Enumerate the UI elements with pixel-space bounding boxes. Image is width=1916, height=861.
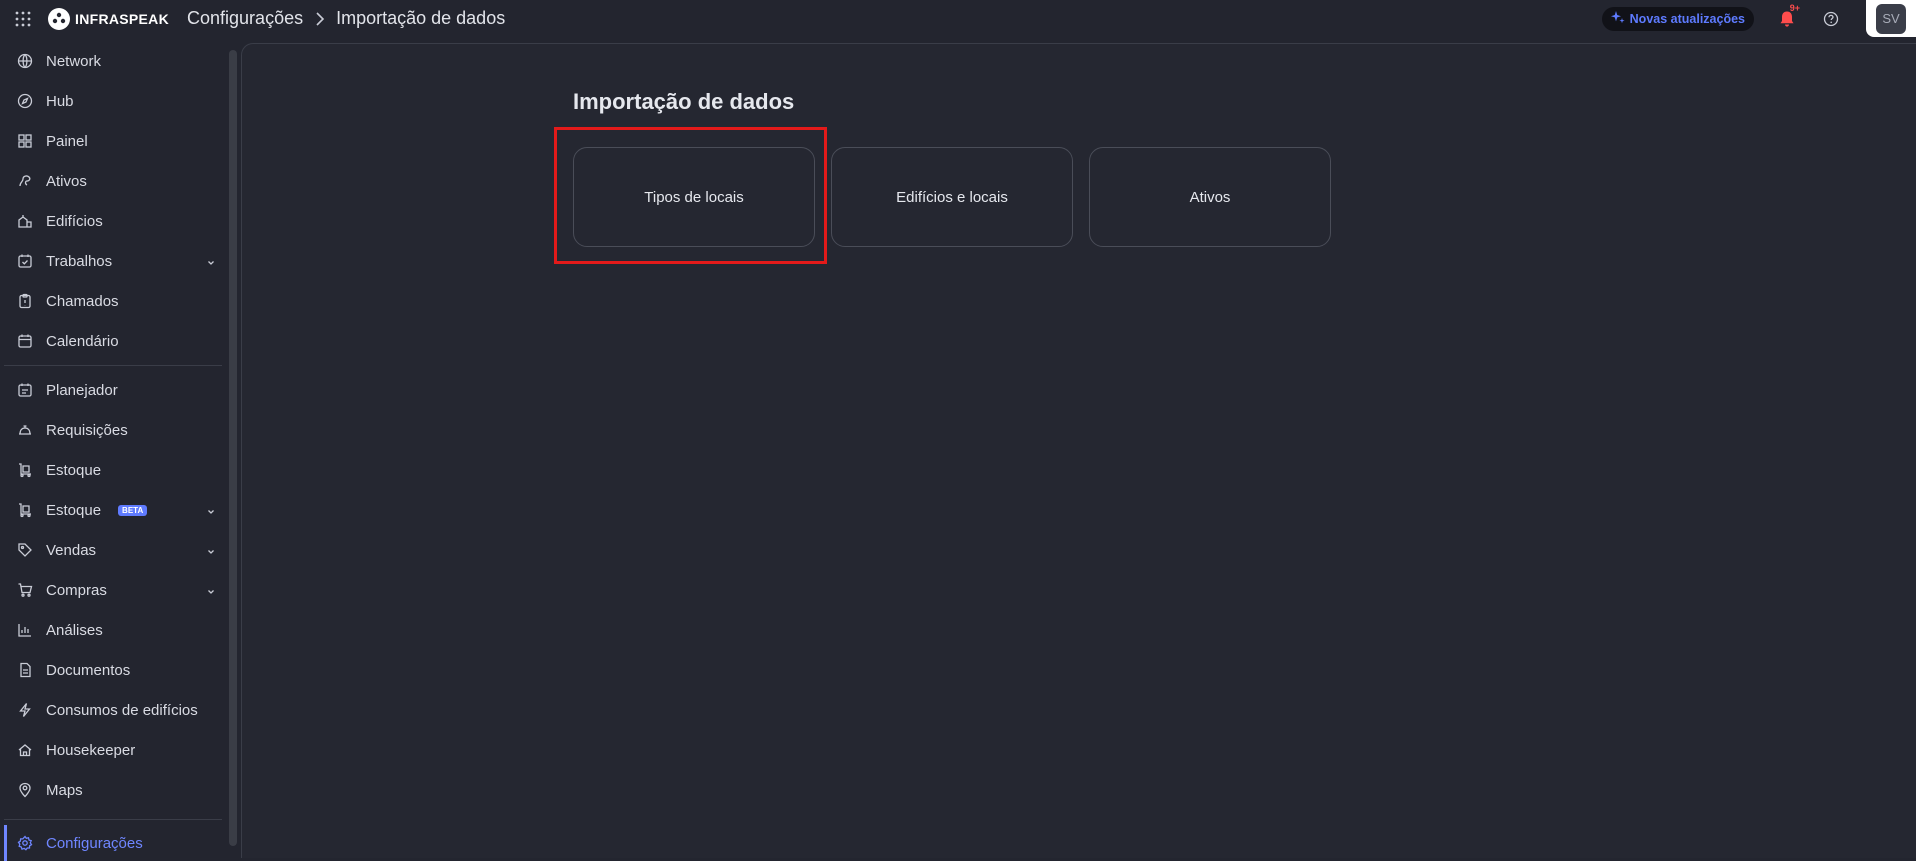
- new-updates-label: Novas atualizações: [1629, 11, 1745, 26]
- import-card-assets[interactable]: Ativos: [1089, 147, 1331, 247]
- sidebar-item-label: Estoque: [46, 461, 102, 479]
- logo-mark-icon: [48, 7, 70, 30]
- sidebar-item-label: Planejador: [46, 381, 118, 399]
- sparkle-icon: [1610, 10, 1625, 27]
- card-label: Ativos: [1189, 188, 1231, 206]
- logo-text: INFRASPEAK: [75, 10, 170, 27]
- sidebar-item-hub[interactable]: Hub: [4, 83, 222, 119]
- page-title: Importação de dados: [573, 89, 795, 114]
- sidebar-scrollbar[interactable]: [229, 50, 237, 846]
- housekeeper-icon: [16, 741, 34, 759]
- sidebar-item-label: Análises: [46, 621, 103, 639]
- clipboard-icon: [16, 292, 34, 310]
- sidebar-item-label: Painel: [46, 132, 88, 150]
- sidebar-item-maps[interactable]: Maps: [4, 772, 222, 808]
- notifications-badge: 9+: [1789, 2, 1800, 13]
- sidebar-item-label: Vendas: [46, 541, 97, 559]
- sidebar-item-label: Consumos de edifícios: [46, 701, 198, 719]
- sidebar-item-ativos[interactable]: Ativos: [4, 163, 222, 199]
- sidebar-item-edificios[interactable]: Edifícios: [4, 203, 222, 239]
- notifications-bell-icon[interactable]: 9+: [1776, 3, 1800, 30]
- document-icon: [16, 661, 34, 679]
- compass-icon: [16, 92, 34, 110]
- infraspeak-logo[interactable]: INFRASPEAK: [48, 7, 170, 30]
- stock-icon: [16, 501, 34, 519]
- chevron-down-icon: [206, 504, 216, 514]
- sidebar-item-label: Documentos: [46, 661, 131, 679]
- sidebar-item-label: Calendário: [46, 332, 119, 350]
- planner-icon: [16, 381, 34, 399]
- chevron-down-icon: [206, 255, 216, 265]
- active-indicator: [4, 825, 7, 861]
- sidebar-item-requisicoes[interactable]: Requisições: [4, 412, 222, 448]
- breadcrumb-current: Importação de dados: [336, 8, 506, 28]
- sidebar-item-trabalhos[interactable]: Trabalhos: [4, 243, 222, 279]
- sidebar-item-planejador[interactable]: Planejador: [4, 372, 222, 408]
- building-icon: [16, 212, 34, 230]
- calendar-icon: [16, 332, 34, 350]
- sidebar-item-label: Configurações: [46, 834, 143, 852]
- sidebar-item-analises[interactable]: Análises: [4, 612, 222, 648]
- sidebar-item-label: Housekeeper: [46, 741, 136, 759]
- sidebar-item-label: Compras: [46, 581, 107, 599]
- chart-icon: [16, 621, 34, 639]
- stock-icon: [16, 461, 34, 479]
- sidebar-item-label: Trabalhos: [46, 252, 113, 270]
- sidebar-item-label: Hub: [46, 92, 74, 110]
- dashboard-icon: [16, 132, 34, 150]
- gear-icon: [16, 834, 34, 852]
- top-right-actions: Novas atualizações 9+ SV: [1601, 0, 1916, 37]
- sidebar-item-housekeeper[interactable]: Housekeeper: [4, 732, 222, 768]
- sidebar-item-label: Estoque: [46, 501, 102, 519]
- beta-badge: BETA: [118, 504, 148, 516]
- sidebar-item-label: Chamados: [46, 292, 119, 310]
- asset-icon: [16, 172, 34, 190]
- sidebar-item-network[interactable]: Network: [4, 43, 222, 79]
- sidebar-item-consumos[interactable]: Consumos de edifícios: [4, 692, 222, 728]
- avatar[interactable]: SV: [1876, 3, 1906, 34]
- chevron-down-icon: [206, 544, 216, 554]
- sidebar: Network Hub Painel Ativos Edifícios Trab…: [0, 43, 232, 861]
- map-pin-icon: [16, 781, 34, 799]
- breadcrumb-parent[interactable]: Configurações: [187, 8, 303, 29]
- bolt-icon: [16, 701, 34, 719]
- sidebar-item-documentos[interactable]: Documentos: [4, 652, 222, 688]
- cart-icon: [16, 581, 34, 599]
- globe-icon: [16, 52, 34, 70]
- help-icon[interactable]: [1820, 8, 1842, 30]
- import-card-location-types[interactable]: Tipos de locais: [573, 147, 815, 247]
- sidebar-item-vendas[interactable]: Vendas: [4, 532, 222, 568]
- sidebar-item-label: Requisições: [46, 421, 128, 439]
- apps-grid-icon[interactable]: [12, 8, 34, 30]
- sidebar-item-estoque-beta[interactable]: Estoque BETA: [4, 492, 222, 528]
- calendar-check-icon: [16, 252, 34, 270]
- card-label: Edifícios e locais: [896, 188, 1008, 206]
- chevron-right-icon: [315, 11, 325, 26]
- new-updates-button[interactable]: Novas atualizações: [1601, 6, 1754, 31]
- sidebar-item-label: Edifícios: [46, 212, 103, 230]
- sidebar-divider: [4, 365, 222, 366]
- avatar-container: SV: [1866, 0, 1916, 37]
- sidebar-divider: [4, 819, 222, 820]
- top-bar: INFRASPEAK Configurações Importação de d…: [0, 0, 1916, 37]
- sidebar-item-configuracoes[interactable]: Configurações: [4, 825, 222, 861]
- tag-icon: [16, 541, 34, 559]
- card-label: Tipos de locais: [644, 188, 744, 206]
- breadcrumb: Configurações Importação de dados: [187, 8, 505, 29]
- sidebar-item-label: Maps: [46, 781, 83, 799]
- chevron-down-icon: [206, 584, 216, 594]
- sidebar-item-estoque[interactable]: Estoque: [4, 452, 222, 488]
- main-content: [241, 43, 1916, 858]
- import-card-buildings-locations[interactable]: Edifícios e locais: [831, 147, 1073, 247]
- sidebar-item-chamados[interactable]: Chamados: [4, 283, 222, 319]
- sidebar-item-label: Ativos: [46, 172, 87, 190]
- sidebar-item-compras[interactable]: Compras: [4, 572, 222, 608]
- bell-service-icon: [16, 421, 34, 439]
- sidebar-item-calendario[interactable]: Calendário: [4, 323, 222, 359]
- sidebar-item-label: Network: [46, 52, 102, 70]
- sidebar-item-painel[interactable]: Painel: [4, 123, 222, 159]
